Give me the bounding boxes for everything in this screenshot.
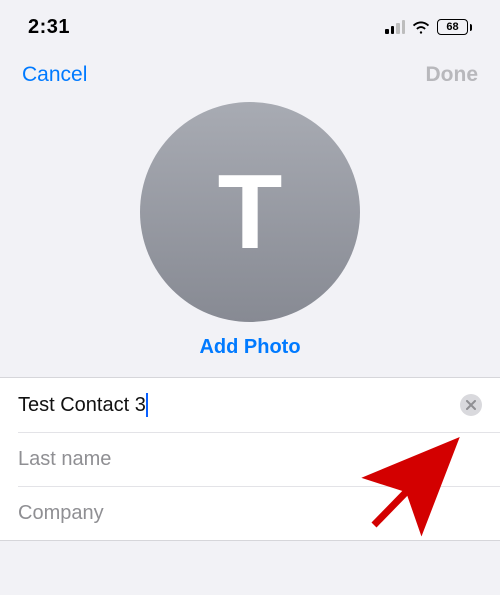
first-name-field[interactable] <box>0 378 500 432</box>
last-name-input[interactable] <box>18 448 482 471</box>
close-icon <box>466 400 476 410</box>
status-bar: 2:31 68 <box>0 0 500 48</box>
battery-indicator: 68 <box>437 19 472 35</box>
status-time: 2:31 <box>28 16 70 39</box>
photo-area: T Add Photo <box>0 98 500 377</box>
battery-level: 68 <box>446 22 458 33</box>
contact-fields <box>0 377 500 541</box>
clear-text-button[interactable] <box>460 394 482 416</box>
status-icons: 68 <box>385 19 472 35</box>
first-name-input[interactable] <box>18 394 148 417</box>
cancel-button[interactable]: Cancel <box>22 63 87 87</box>
done-button[interactable]: Done <box>426 63 479 87</box>
add-photo-button[interactable]: Add Photo <box>199 336 300 359</box>
avatar[interactable]: T <box>140 102 360 322</box>
cellular-signal-icon <box>385 20 405 34</box>
last-name-field[interactable] <box>18 432 500 486</box>
nav-bar: Cancel Done <box>0 48 500 98</box>
wifi-icon <box>411 20 431 34</box>
avatar-letter: T <box>218 152 283 273</box>
company-input[interactable] <box>18 502 482 525</box>
company-field[interactable] <box>18 486 500 540</box>
text-cursor <box>146 393 148 417</box>
